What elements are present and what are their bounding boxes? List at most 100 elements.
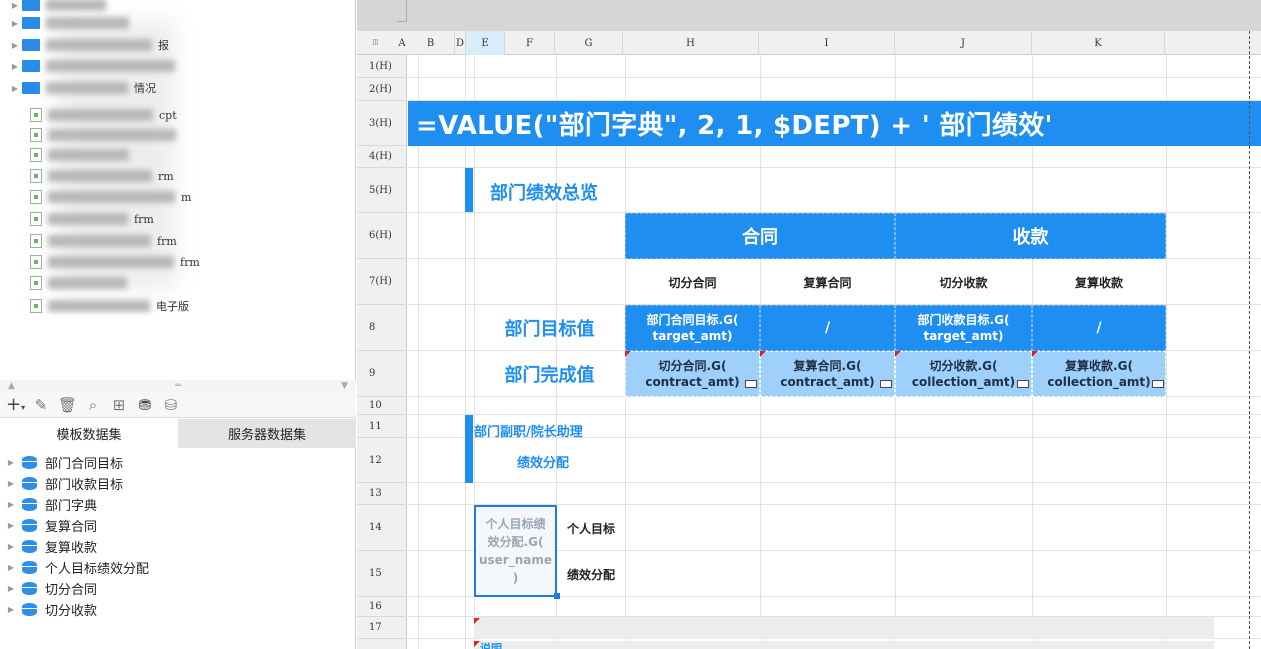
row-header-1[interactable]: 1(H) (357, 55, 407, 78)
tree-file[interactable]: cpt (30, 104, 177, 126)
expand-arrow-icon[interactable]: ▶ (4, 521, 18, 530)
row-header-17[interactable]: 17 (357, 617, 407, 639)
dataset-item[interactable]: ▶ 切分收款 (0, 599, 356, 620)
expand-arrow-icon[interactable]: ▶ (8, 41, 22, 50)
dataset-item[interactable]: ▶ 复算合同 (0, 515, 356, 536)
row-header-6[interactable]: 6(H) (357, 213, 407, 259)
done-cell-recalc-collection[interactable]: 复算收款.G( collection_amt) (1032, 351, 1166, 397)
dataset-item[interactable]: ▶ 复算收款 (0, 536, 356, 557)
preview-icon[interactable]: ⌕ (84, 396, 102, 414)
dataset-item[interactable]: ▶ 部门字典 (0, 494, 356, 515)
expand-arrow-icon[interactable]: ▶ (4, 542, 18, 551)
group-header-collection[interactable]: 收款 (895, 213, 1166, 259)
target-cell-recalc-contract[interactable]: / (760, 305, 895, 351)
column-header-e[interactable]: E (466, 31, 505, 55)
expand-arrow-icon[interactable]: ▶ (4, 563, 18, 572)
row-header-15[interactable]: 15 (357, 551, 407, 597)
cell-grid[interactable]: =VALUE("部门字典", 2, 1, $DEPT) + ' 部门绩效' 部门… (408, 55, 1261, 649)
row-label-done[interactable]: 部门完成值 (474, 351, 625, 397)
section-title[interactable]: 部门绩效总览 (490, 179, 598, 205)
row-header-5[interactable]: 5(H) (357, 168, 407, 213)
subheader-split-collection[interactable]: 切分收款 (895, 259, 1032, 305)
expand-arrow-icon[interactable]: ▶ (4, 479, 18, 488)
row-header-4[interactable]: 4(H) (357, 146, 407, 168)
tree-folder[interactable]: ▶ 报 (8, 34, 169, 56)
row-header-2[interactable]: 2(H) (357, 78, 407, 101)
dataset-item[interactable]: ▶ 部门合同目标 (0, 452, 356, 473)
target-cell-split-contract[interactable]: 部门合同目标.G( target_amt) (625, 305, 760, 351)
tree-file[interactable]: rm (30, 165, 174, 187)
target-cell-split-collection[interactable]: 部门收款目标.G( target_amt) (895, 305, 1032, 351)
title-formula-cell[interactable]: =VALUE("部门字典", 2, 1, $DEPT) + ' 部门绩效' (408, 101, 1261, 146)
expand-arrow-icon[interactable]: ▶ (8, 19, 22, 28)
expand-arrow-icon[interactable]: ▶ (4, 500, 18, 509)
tree-file[interactable]: frm (30, 208, 154, 230)
server-dataset-icon[interactable]: ⛃ (136, 396, 154, 414)
subsection-subtitle[interactable]: 绩效分配 (517, 452, 569, 471)
column-header-f[interactable]: F (505, 31, 555, 55)
refresh-dataset-icon[interactable]: ⛁ (162, 396, 180, 414)
row-header-7[interactable]: 7(H) (357, 259, 407, 305)
delete-icon[interactable]: 🗑 (58, 396, 77, 414)
tree-file[interactable] (30, 124, 182, 146)
tree-file[interactable]: m (30, 186, 191, 208)
column-header-i[interactable]: I (759, 31, 895, 55)
selected-cell[interactable]: 个人目标绩 效分配.G( user_name ) (474, 505, 557, 597)
panel-splitter[interactable]: ▲ ═ ▼ (0, 380, 356, 392)
row-label-target[interactable]: 部门目标值 (474, 305, 625, 351)
performance-allocation-label[interactable]: 绩效分配 (557, 551, 625, 597)
target-cell-recalc-collection[interactable]: / (1032, 305, 1166, 351)
done-cell-recalc-contract[interactable]: 复算合同.G( contract_amt) (760, 351, 895, 397)
tree-folder[interactable]: ▶ (8, 12, 135, 34)
column-header-g[interactable]: G (555, 31, 623, 55)
column-header-b[interactable]: B (407, 31, 455, 55)
expand-arrow-icon[interactable]: ▶ (8, 84, 22, 93)
notes-label[interactable]: 说明 (480, 640, 502, 649)
row-header-14[interactable]: 14 (357, 505, 407, 551)
personal-target-label[interactable]: 个人目标 (557, 505, 625, 551)
subsection-title[interactable]: 部门副职/院长助理 (474, 421, 583, 440)
collapse-up-icon[interactable]: ▲ (8, 381, 15, 391)
dataset-edit-icon[interactable]: ⊞ (110, 396, 128, 414)
grip-icon[interactable]: ═ (175, 381, 180, 391)
subheader-recalc-collection[interactable]: 复算收款 (1032, 259, 1166, 305)
row-header-8[interactable]: 8 (357, 305, 407, 351)
expand-arrow-icon[interactable]: ▶ (4, 584, 18, 593)
edit-icon[interactable]: ✎ (32, 396, 50, 414)
row-header-3[interactable]: 3(H) (357, 101, 407, 146)
row-header-10[interactable]: 10 (357, 397, 407, 415)
tree-file[interactable]: frm (30, 251, 200, 273)
column-header-a[interactable]: A (397, 31, 407, 55)
dataset-item[interactable]: ▶ 切分合同 (0, 578, 356, 599)
subheader-split-contract[interactable]: 切分合同 (625, 259, 760, 305)
done-cell-split-contract[interactable]: 切分合同.G( contract_amt) (625, 351, 760, 397)
expand-arrow-icon[interactable]: ▶ (8, 62, 22, 71)
tree-file[interactable] (30, 272, 133, 294)
column-header-h[interactable]: H (623, 31, 759, 55)
expand-arrow-icon[interactable]: ▶ (8, 1, 22, 10)
tree-folder[interactable]: ▶ (8, 55, 181, 77)
tree-folder[interactable]: ▶ 情况 (8, 77, 156, 99)
dataset-item[interactable]: ▶ 部门收款目标 (0, 473, 356, 494)
column-header-k[interactable]: K (1032, 31, 1165, 55)
row-header-9[interactable]: 9 (357, 351, 407, 397)
collapse-down-icon[interactable]: ▼ (341, 381, 348, 391)
dataset-item[interactable]: ▶ 个人目标绩效分配 (0, 557, 356, 578)
expand-arrow-icon[interactable]: ▶ (4, 605, 18, 614)
tree-file[interactable]: 电子版 (30, 295, 189, 317)
add-icon[interactable]: +▾ (6, 394, 25, 415)
tab-server-datasets[interactable]: 服务器数据集 (178, 419, 356, 448)
column-header-j[interactable]: J (895, 31, 1032, 55)
expand-arrow-icon[interactable]: ▶ (4, 458, 18, 467)
done-cell-split-collection[interactable]: 切分收款.G( collection_amt) (895, 351, 1032, 397)
column-header-d[interactable]: D (455, 31, 466, 55)
row-header-12[interactable]: 12 (357, 438, 407, 483)
tree-file[interactable]: frm (30, 230, 177, 252)
group-header-contract[interactable]: 合同 (625, 213, 895, 259)
row-header-13[interactable]: 13 (357, 483, 407, 505)
tree-file[interactable] (30, 144, 135, 166)
subheader-recalc-contract[interactable]: 复算合同 (760, 259, 895, 305)
row-header-16[interactable]: 16 (357, 597, 407, 617)
tab-template-datasets[interactable]: 模板数据集 (0, 419, 178, 448)
row-header-11[interactable]: 11 (357, 415, 407, 438)
